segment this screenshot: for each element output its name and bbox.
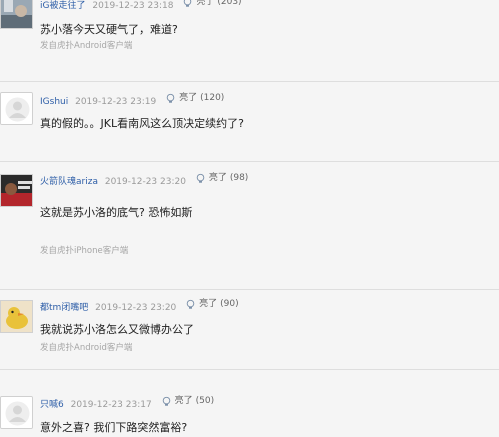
light-count: (50) <box>195 396 215 406</box>
comment-text: 真的假的。。JKL看南风这么顶决定续约了? <box>40 117 244 130</box>
light-label: 亮了 <box>196 0 215 7</box>
comment-meta: IGshui 2019-12-23 23:19 亮了 (120) <box>40 91 224 107</box>
avatar[interactable] <box>0 174 33 207</box>
light-label: 亮了 <box>199 299 218 309</box>
lightbulb-icon <box>186 299 195 309</box>
avatar-photo-icon <box>1 175 32 206</box>
comment-item: 只喊6 2019-12-23 23:17 亮了 (50) 意外之喜? 我们下路突… <box>0 370 499 437</box>
default-avatar-icon <box>1 397 32 428</box>
comment-meta: iG被走往了 2019-12-23 23:18 亮了 (203) <box>40 0 242 11</box>
lightbulb-icon <box>184 0 192 7</box>
comment-source: 发自虎扑Android客户端 <box>40 343 133 353</box>
lightbulb-icon <box>166 93 175 103</box>
light-button[interactable]: 亮了 (120) <box>165 91 224 105</box>
comment-text: 苏小落今天又硬气了，难道? <box>40 23 178 36</box>
comment-username[interactable]: 只喊6 <box>40 400 64 410</box>
light-count: (98) <box>229 173 249 183</box>
comment-username[interactable]: iG被走往了 <box>40 1 85 11</box>
avatar-duck-icon <box>1 301 32 332</box>
avatar[interactable] <box>0 396 33 429</box>
comment-item: 火箭队魂ariza 2019-12-23 23:20 亮了 (98) 这就是苏小… <box>0 162 499 290</box>
comment-username[interactable]: IGshui <box>40 97 68 107</box>
comment-username[interactable]: 都tm闭嘴吧 <box>40 303 88 313</box>
comment-time: 2019-12-23 23:20 <box>95 302 177 313</box>
light-button[interactable]: 亮了 (98) <box>195 171 249 185</box>
comment-time: 2019-12-23 23:19 <box>75 96 157 107</box>
comment-time: 2019-12-23 23:20 <box>104 176 186 187</box>
light-button[interactable]: 亮了 (203) <box>182 0 242 9</box>
avatar-photo-icon <box>1 0 32 28</box>
comment-source: 发自虎扑iPhone客户端 <box>40 246 129 256</box>
comment-time: 2019-12-23 23:17 <box>70 399 152 410</box>
avatar[interactable] <box>0 0 33 29</box>
comment-meta: 火箭队魂ariza 2019-12-23 23:20 亮了 (98) <box>40 171 249 187</box>
comment-text: 意外之喜? 我们下路突然富裕? <box>40 421 188 434</box>
lightbulb-icon <box>162 396 170 406</box>
light-label: 亮了 <box>174 396 193 406</box>
comment-text: 我就说苏小洛怎么又微博办公了 <box>40 323 194 336</box>
lightbulb-icon <box>196 173 205 183</box>
light-label: 亮了 <box>179 93 198 103</box>
comment-time: 2019-12-23 23:18 <box>92 0 174 11</box>
comment-source: 发自虎扑Android客户端 <box>40 41 133 51</box>
avatar[interactable] <box>0 92 33 125</box>
light-count: (90) <box>220 299 239 309</box>
comment-meta: 都tm闭嘴吧 2019-12-23 23:20 亮了 (90) <box>40 297 239 313</box>
avatar[interactable] <box>0 300 33 333</box>
light-button[interactable]: 亮了 (90) <box>185 297 239 311</box>
comment-item: iG被走往了 2019-12-23 23:18 亮了 (203) 苏小落今天又硬… <box>0 0 499 82</box>
comment-meta: 只喊6 2019-12-23 23:17 亮了 (50) <box>40 394 215 410</box>
comment-item: IGshui 2019-12-23 23:19 亮了 (120) 真的假的。。J… <box>0 82 499 162</box>
comment-text: 这就是苏小洛的底气? 恐怖如斯 <box>40 206 193 219</box>
default-avatar-icon <box>1 93 32 124</box>
light-count: (203) <box>217 0 242 7</box>
comment-item: 都tm闭嘴吧 2019-12-23 23:20 亮了 (90) 我就说苏小洛怎么… <box>0 290 499 370</box>
light-count: (120) <box>200 93 225 103</box>
light-button[interactable]: 亮了 (50) <box>161 394 215 408</box>
light-label: 亮了 <box>208 173 227 183</box>
comment-username[interactable]: 火箭队魂ariza <box>40 177 98 187</box>
